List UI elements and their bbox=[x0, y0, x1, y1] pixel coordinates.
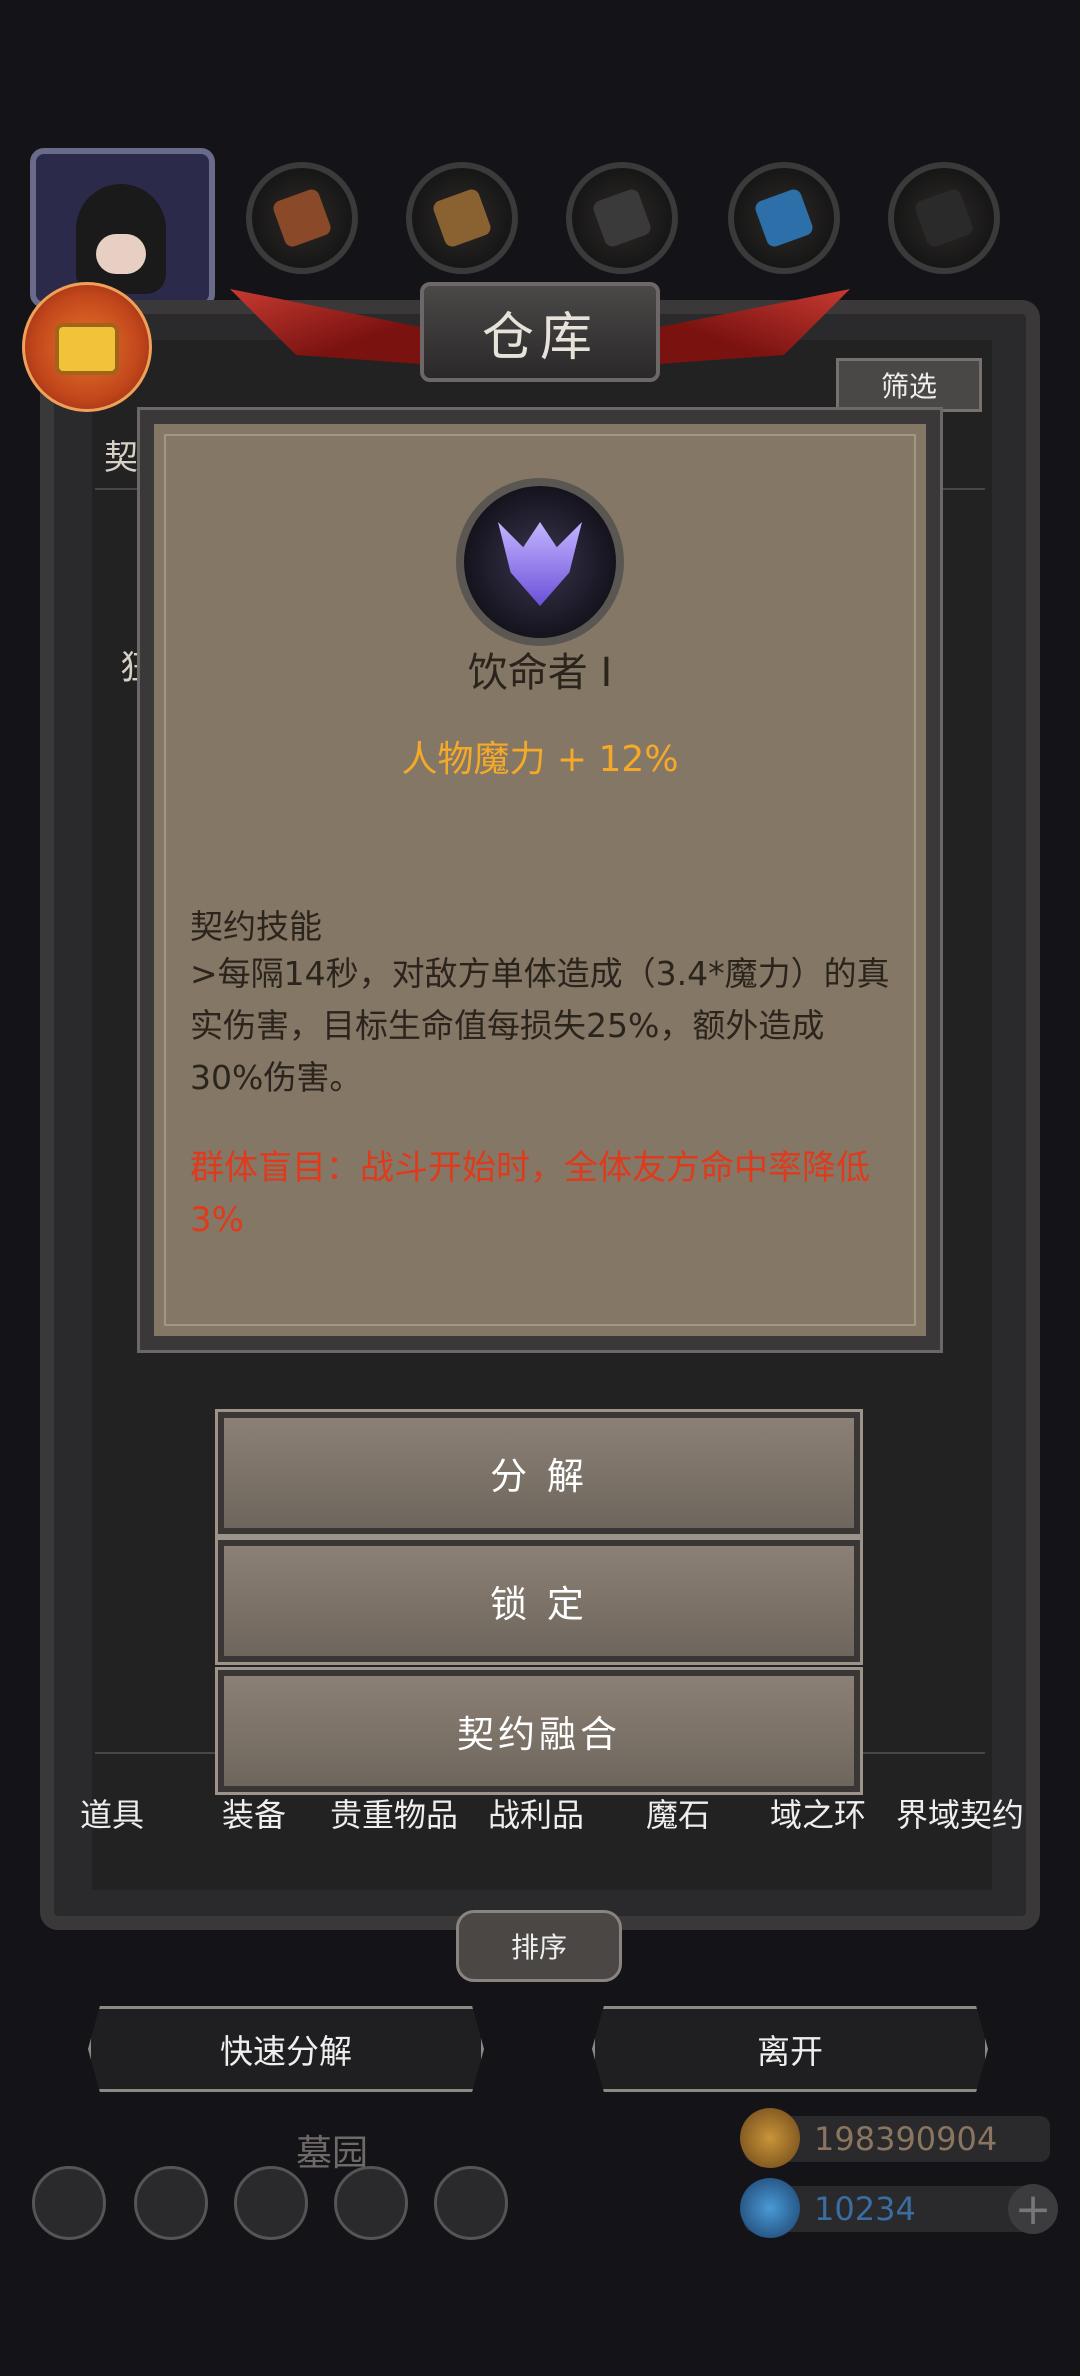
quick-decompose-button[interactable]: 快速分解 bbox=[88, 2006, 484, 2092]
contract-name: 饮命者 I bbox=[467, 650, 613, 696]
player-avatar[interactable] bbox=[30, 148, 215, 308]
settings-gear-icon[interactable] bbox=[32, 2166, 106, 2240]
map-icon[interactable] bbox=[234, 2166, 308, 2240]
gold-coin-icon bbox=[740, 2108, 800, 2168]
resource-icon-ore[interactable] bbox=[246, 162, 358, 274]
resource-icon-iron[interactable] bbox=[566, 162, 678, 274]
resource-icon-steel[interactable] bbox=[888, 162, 1000, 274]
mail-icon[interactable] bbox=[334, 2166, 408, 2240]
star-icon[interactable] bbox=[134, 2166, 208, 2240]
tab-loot[interactable]: 战利品 bbox=[488, 1790, 584, 1836]
leave-button[interactable]: 离开 bbox=[592, 2006, 988, 2092]
add-currency-plus-icon[interactable]: + bbox=[1008, 2184, 1058, 2235]
tab-valuables[interactable]: 贵重物品 bbox=[330, 1790, 458, 1836]
tab-realm-contracts[interactable]: 界域契约 bbox=[896, 1790, 1024, 1836]
tab-domain-rings[interactable]: 域之环 bbox=[770, 1790, 866, 1836]
contract-emblem-icon bbox=[456, 478, 624, 646]
gold-amount: 198390904 bbox=[814, 2120, 998, 2158]
gold-currency: 198390904 bbox=[740, 2108, 1050, 2168]
tab-items[interactable]: 道具 bbox=[80, 1790, 144, 1836]
gem-currency: 10234 bbox=[740, 2178, 1050, 2238]
tab-equipment[interactable]: 装备 bbox=[222, 1790, 286, 1836]
contract-skill-description: >每隔14秒，对敌方单体造成（3.4*魔力）的真实伤害，目标生命值每损失25%，… bbox=[190, 954, 890, 1097]
page-title: 仓库 bbox=[481, 307, 598, 368]
gem-amount: 10234 bbox=[814, 2190, 916, 2228]
contract-fusion-button[interactable]: 契约融合 bbox=[215, 1667, 863, 1795]
contract-skill-heading: 契约技能 bbox=[190, 907, 322, 946]
contract-penalty-text: 群体盲目：战斗开始时，全体友方命中率降低3% bbox=[190, 1148, 870, 1240]
decompose-button[interactable]: 分 解 bbox=[215, 1409, 863, 1537]
filter-button[interactable]: 筛选 bbox=[836, 358, 982, 412]
contract-stat-bonus: 人物魔力 + 12% bbox=[401, 739, 679, 780]
resource-icon-crystal[interactable] bbox=[728, 162, 840, 274]
sort-button[interactable]: 排序 bbox=[456, 1910, 622, 1982]
gem-icon bbox=[740, 2178, 800, 2238]
resource-icon-wood[interactable] bbox=[406, 162, 518, 274]
category-tabs: 道具 装备 贵重物品 战利品 魔石 域之环 界域契约 bbox=[60, 1790, 1040, 1856]
warehouse-title-plate: 仓库 bbox=[420, 282, 660, 382]
toolbox-icon[interactable] bbox=[434, 2166, 508, 2240]
avatar-portrait bbox=[76, 184, 166, 294]
background-label: 契 bbox=[104, 438, 138, 478]
treasure-chest-icon[interactable] bbox=[22, 282, 152, 412]
tab-magic-stones[interactable]: 魔石 bbox=[646, 1790, 710, 1836]
lock-button[interactable]: 锁 定 bbox=[215, 1537, 863, 1665]
